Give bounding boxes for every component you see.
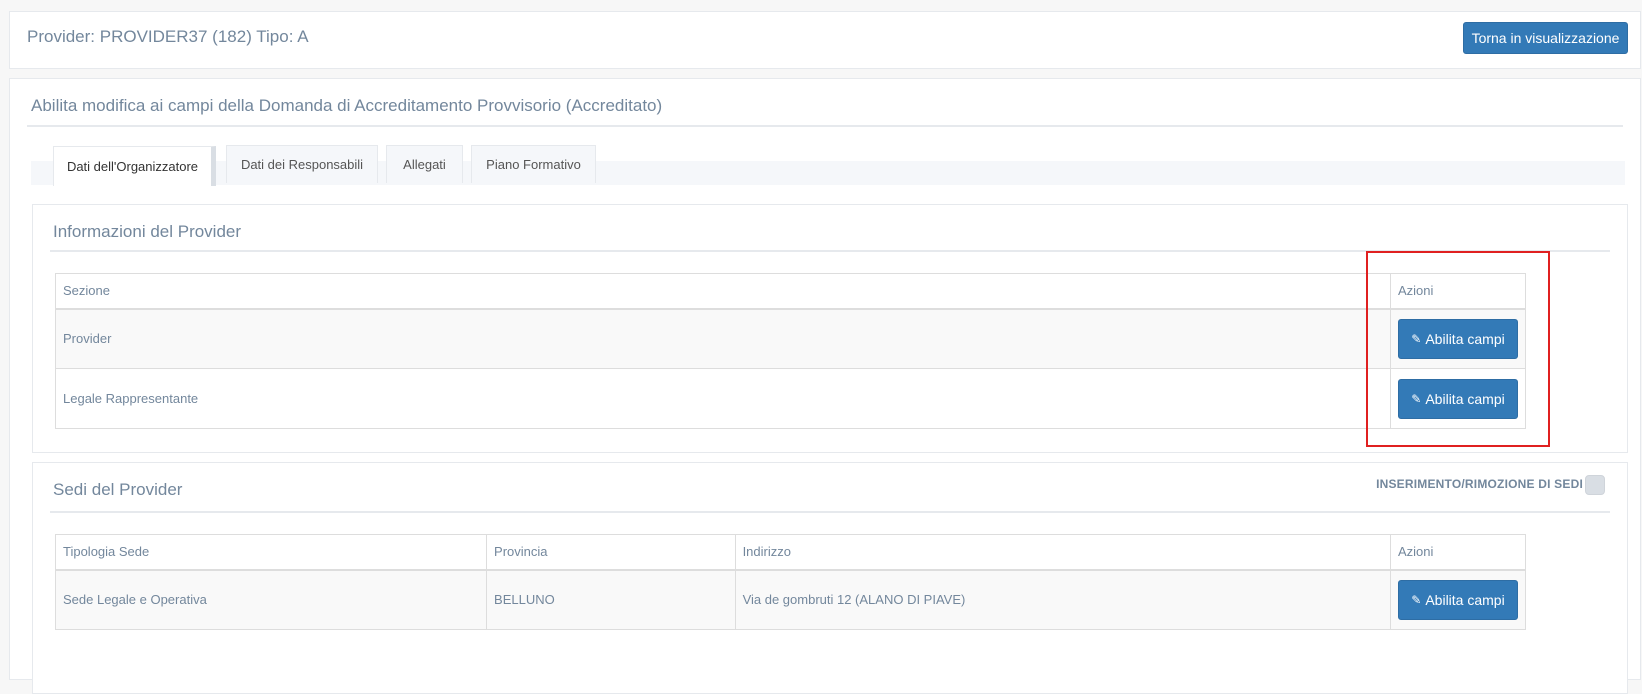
abilita-campi-button[interactable]: ✎ Abilita campi: [1398, 318, 1518, 359]
sedi-table: Tipologia Sede Provincia Indirizzo Azion…: [54, 534, 1527, 630]
cell-indirizzo: Via de gombruti 12 (ALANO DI PIAVE): [734, 569, 1391, 630]
abilita-campi-button[interactable]: ✎ Abilita campi: [1398, 378, 1518, 419]
tab-piano-formativo[interactable]: Piano Formativo: [471, 145, 596, 183]
tab-allegati[interactable]: Allegati: [386, 145, 463, 183]
info-table: Sezione Azioni Provider ✎Abilita campi: [55, 273, 1526, 429]
section-divider: [50, 250, 1610, 252]
table-row: Provider ✎ Abilita campi: [55, 308, 1526, 369]
pencil-icon: ✎: [1411, 391, 1422, 406]
sedi-section-title: Sedi del Provider: [53, 480, 183, 499]
column-header-provincia: Provincia: [486, 534, 736, 571]
cell-azioni: ✎ Abilita campi: [1390, 368, 1526, 429]
column-header-azioni: Azioni: [1389, 534, 1527, 571]
cell-azioni: ✎ Abilita campi: [1390, 308, 1526, 369]
info-provider-section: Informazioni del Provider Sezione Azioni…: [32, 204, 1628, 453]
table-row: Legale Rappresentante ✎ Abilita campi: [55, 368, 1526, 429]
abilita-campi-label: Abilita campi: [1425, 591, 1505, 608]
back-to-view-button[interactable]: Torna in visualizzazione: [1463, 22, 1628, 54]
cell-azioni: ✎ Abilita campi: [1389, 569, 1527, 630]
pencil-icon: ✎: [1411, 592, 1422, 607]
abilita-campi-button[interactable]: ✎ Abilita campi: [1397, 579, 1518, 620]
column-header-azioni: Azioni: [1390, 273, 1526, 310]
cell-sezione: Legale Rappresentante: [55, 368, 1391, 429]
tab-dati-responsabili[interactable]: Dati dei Responsabili: [226, 145, 378, 183]
cell-provincia: BELLUNO: [486, 569, 736, 630]
info-section-title: Informazioni del Provider: [53, 222, 242, 241]
table-header-row: Tipologia Sede Provincia Indirizzo Azion…: [54, 534, 1527, 571]
sedi-provider-section: Sedi del Provider INSERIMENTO/RIMOZIONE …: [32, 462, 1628, 694]
sedi-toggle-checkbox[interactable]: [1585, 475, 1605, 495]
header-panel: Provider: PROVIDER37 (182) Tipo: A Torna…: [9, 11, 1641, 69]
column-header-sezione: Sezione: [55, 273, 1391, 310]
sedi-toggle-label: INSERIMENTO/RIMOZIONE DI SEDI: [1376, 477, 1583, 491]
title-divider: [27, 125, 1623, 127]
section-divider: [50, 511, 1610, 513]
tab-dati-organizzatore[interactable]: Dati dell'Organizzatore: [53, 146, 216, 186]
cell-tipologia: Sede Legale e Operativa: [54, 569, 488, 630]
table-header-row: Sezione Azioni: [55, 273, 1526, 310]
main-title: Abilita modifica ai campi della Domanda …: [31, 96, 663, 115]
pencil-icon: ✎: [1411, 331, 1422, 346]
cell-sezione: Provider: [55, 308, 1391, 369]
abilita-campi-label: Abilita campi: [1425, 390, 1505, 407]
page-title: Provider: PROVIDER37 (182) Tipo: A: [27, 27, 309, 46]
page: Provider: PROVIDER37 (182) Tipo: A Torna…: [9, 0, 1641, 694]
column-header-tipologia: Tipologia Sede: [54, 534, 488, 571]
main-panel: Abilita modifica ai campi della Domanda …: [9, 78, 1641, 694]
column-header-indirizzo: Indirizzo: [734, 534, 1391, 571]
table-row: Sede Legale e Operativa BELLUNO Via de g…: [54, 569, 1527, 630]
abilita-campi-label: Abilita campi: [1425, 330, 1505, 347]
